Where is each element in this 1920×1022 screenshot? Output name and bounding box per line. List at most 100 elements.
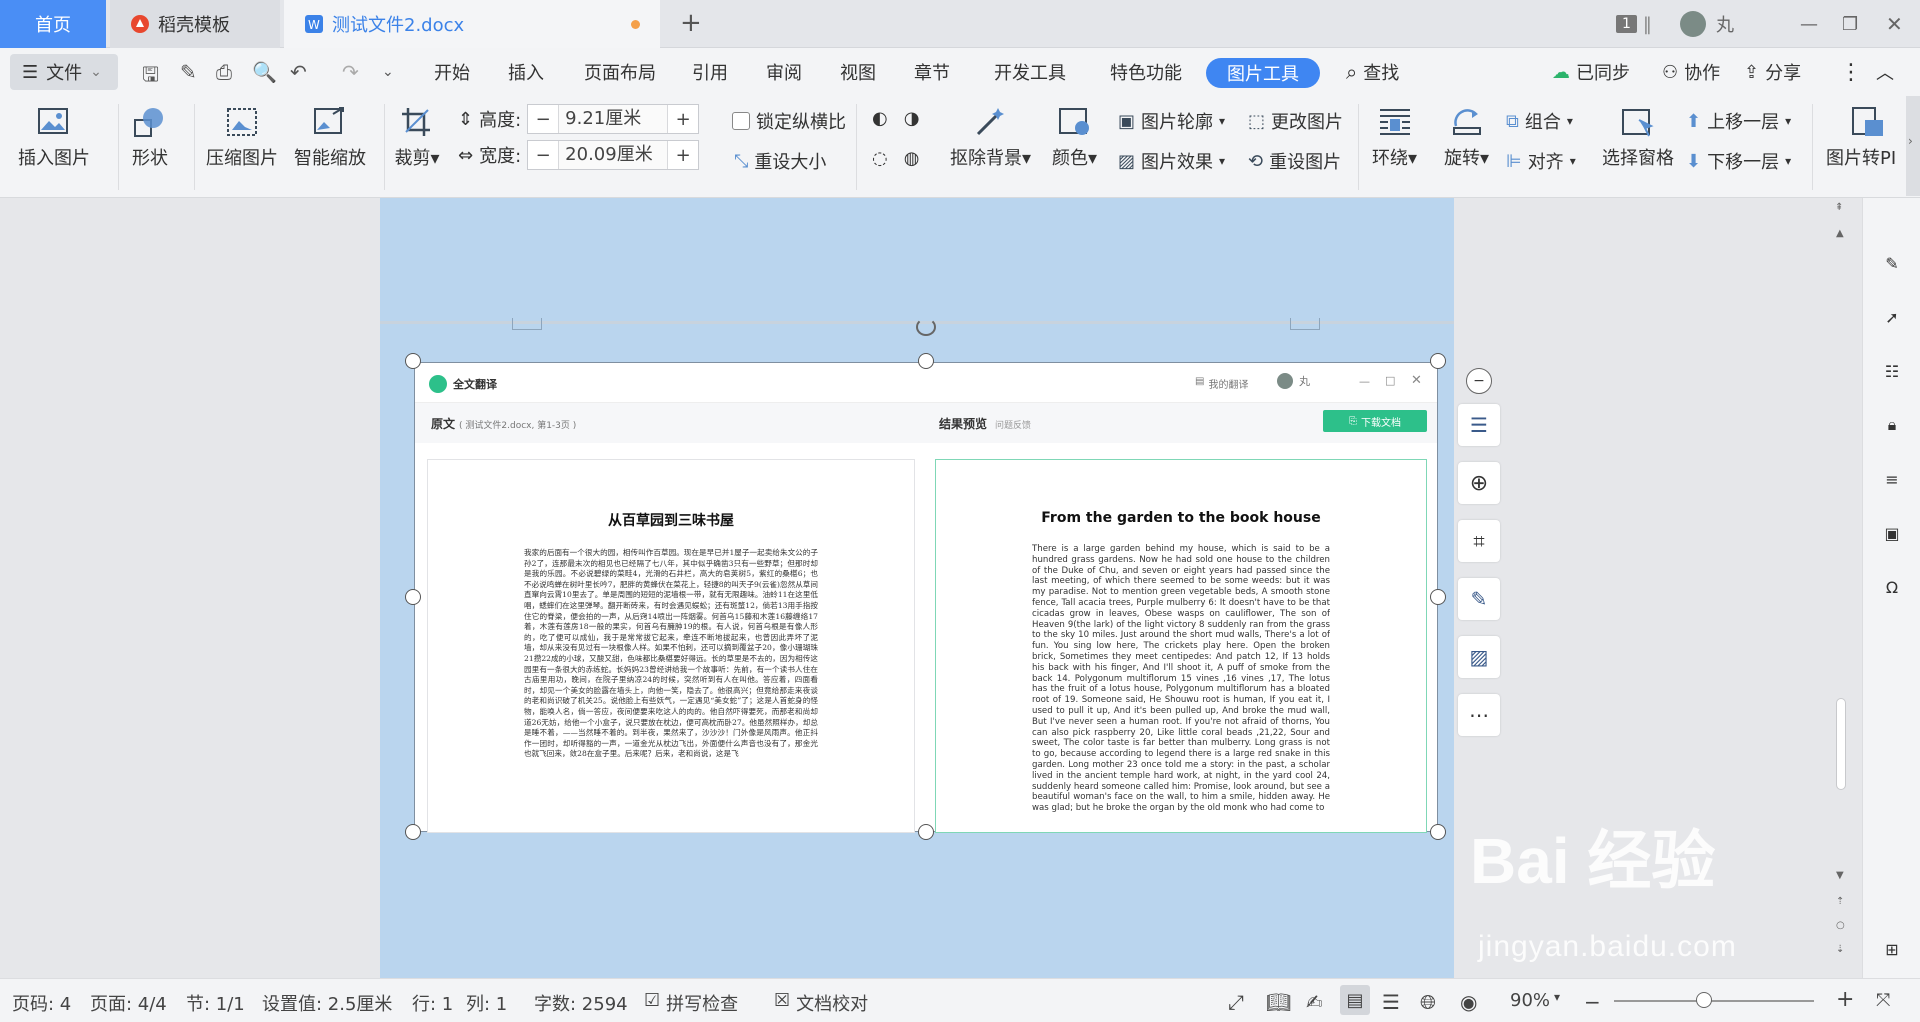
more-tools-button[interactable]: ⋯: [1458, 694, 1500, 736]
menu-start[interactable]: 开始: [434, 48, 470, 96]
selected-image[interactable]: 全文翻译 ▤ 我的翻译 丸 — □ ✕ 原文 ( 测试文件2.docx, 第1-3…: [414, 362, 1438, 833]
zoom-slider[interactable]: [1614, 1000, 1814, 1002]
brightness-up-icon[interactable]: ◐: [872, 108, 888, 129]
insert-image-button[interactable]: 插入图片: [18, 104, 90, 170]
outline-list-icon[interactable]: ≡: [1877, 464, 1907, 494]
minimize-icon[interactable]: —: [1800, 0, 1818, 48]
outline-button[interactable]: ▣ 图片轮廓 ▾: [1118, 108, 1225, 134]
write-mode-icon[interactable]: ✍: [1306, 990, 1323, 1014]
compress-image-button[interactable]: 压缩图片: [206, 104, 278, 170]
brightness-down-icon[interactable]: ◌: [872, 148, 888, 169]
contrast-down-icon[interactable]: ◍: [904, 148, 920, 169]
crop-button[interactable]: 裁剪▾: [384, 104, 450, 170]
resize-handle-top-right[interactable]: [1430, 353, 1446, 369]
proofread-button[interactable]: ☒ 文档校对: [774, 990, 868, 1016]
new-tab-plus-icon[interactable]: +: [680, 8, 702, 38]
sync-button[interactable]: ☁ 已同步: [1552, 48, 1630, 96]
user-menu[interactable]: 丸: [1680, 0, 1734, 48]
prev-page-icon[interactable]: ⇡: [1836, 896, 1844, 907]
rotate-button[interactable]: 旋转▾: [1444, 104, 1489, 170]
settings-sliders-icon[interactable]: ☷: [1877, 356, 1907, 386]
group-button[interactable]: ⧉ 组合 ▾: [1506, 108, 1573, 134]
collab-button[interactable]: ⚇ 协作: [1662, 48, 1720, 96]
close-icon[interactable]: ✕: [1886, 0, 1903, 48]
image-icon[interactable]: ▣: [1877, 518, 1907, 548]
send-backward-button[interactable]: ⬇ 下移一层 ▾: [1686, 148, 1791, 174]
scroll-top-icon[interactable]: ⇞: [1835, 202, 1843, 213]
eye-protect-icon[interactable]: ◉: [1460, 990, 1477, 1014]
shape-button[interactable]: 形状: [130, 104, 170, 170]
tab-home[interactable]: 首页: [0, 0, 106, 48]
status-row[interactable]: 行: 1: [412, 990, 453, 1016]
reset-size-button[interactable]: ⤡ 重设大小: [734, 148, 826, 174]
lock-ratio-checkbox[interactable]: 锁定纵横比: [732, 108, 846, 134]
status-col[interactable]: 列: 1: [466, 990, 507, 1016]
menu-picture-tools[interactable]: 图片工具: [1206, 58, 1320, 88]
undo-icon[interactable]: ↶: [290, 60, 307, 84]
menu-features[interactable]: 特色功能: [1110, 48, 1182, 96]
menu-layout[interactable]: 页面布局: [584, 48, 656, 96]
cursor-icon[interactable]: ➚: [1877, 302, 1907, 332]
tab-document[interactable]: W 测试文件2.docx: [284, 0, 660, 48]
grid-apps-icon[interactable]: ⊞: [1877, 934, 1907, 964]
resize-handle-top[interactable]: [918, 353, 934, 369]
zoom-slider-thumb[interactable]: [1696, 992, 1712, 1008]
color-button[interactable]: 颜色▾: [1052, 104, 1097, 170]
status-setting[interactable]: 设置值: 2.5厘米: [262, 990, 392, 1016]
reset-image-button[interactable]: ⟲ 重设图片: [1248, 148, 1341, 174]
width-plus-icon[interactable]: +: [668, 145, 698, 166]
menu-review[interactable]: 审阅: [766, 48, 802, 96]
web-view-icon[interactable]: 🌐︎: [1420, 990, 1436, 1014]
resize-handle-bottom-left[interactable]: [405, 824, 421, 840]
smart-zoom-button[interactable]: 智能缩放: [294, 104, 366, 170]
more-vertical-icon[interactable]: ⋮: [1840, 48, 1862, 96]
contrast-up-icon[interactable]: ◑: [904, 108, 920, 129]
share-button[interactable]: ⇪ 分享: [1744, 48, 1801, 96]
width-stepper[interactable]: − 20.09厘米 +: [527, 140, 700, 170]
status-section[interactable]: 节: 1/1: [186, 990, 245, 1016]
zoom-in-icon[interactable]: +: [1836, 987, 1854, 1012]
outline-view-icon[interactable]: ☰: [1382, 990, 1400, 1014]
ribbon-scroll[interactable]: ›: [1906, 96, 1920, 196]
page-badge[interactable]: 1 ‖: [1616, 0, 1652, 48]
scroll-up-icon[interactable]: ▲: [1836, 228, 1844, 239]
collapse-tools-icon[interactable]: −: [1466, 368, 1492, 394]
resize-handle-right[interactable]: [1430, 589, 1446, 605]
zoom-out-icon[interactable]: −: [1584, 990, 1601, 1014]
width-minus-icon[interactable]: −: [528, 145, 558, 166]
redo-icon[interactable]: ↷: [342, 60, 359, 84]
fit-window-icon[interactable]: ⤧: [1876, 990, 1890, 1011]
pen-icon[interactable]: ✎: [1877, 248, 1907, 278]
more-quick-icon[interactable]: ⌄: [382, 64, 394, 80]
resize-handle-bottom-right[interactable]: [1430, 824, 1446, 840]
scroll-down-icon[interactable]: ▼: [1836, 870, 1844, 881]
align-button[interactable]: ⊫ 对齐 ▾: [1506, 148, 1576, 174]
remove-background-button[interactable]: 抠除背景▾: [950, 104, 1031, 170]
layout-options-button[interactable]: ☰: [1458, 404, 1500, 446]
print-preview-icon[interactable]: 🔍: [252, 60, 277, 84]
tab-template[interactable]: 稻壳模板: [110, 0, 280, 48]
image-convert-button[interactable]: ▨: [1458, 636, 1500, 678]
resize-handle-bottom[interactable]: [918, 824, 934, 840]
change-image-button[interactable]: ⬚ 更改图片: [1248, 108, 1343, 134]
rotate-handle-icon[interactable]: [916, 318, 936, 336]
height-minus-icon[interactable]: −: [528, 109, 558, 130]
omega-icon[interactable]: Ω: [1877, 572, 1907, 602]
select-browse-icon[interactable]: ○: [1836, 920, 1845, 931]
height-plus-icon[interactable]: +: [668, 109, 698, 130]
menu-dev-tools[interactable]: 开发工具: [994, 48, 1066, 96]
save-icon[interactable]: 🖫: [142, 60, 159, 94]
wrap-button[interactable]: 环绕▾: [1372, 104, 1417, 170]
width-input[interactable]: 20.09厘米: [558, 141, 669, 169]
lock-icon[interactable]: 🔒︎: [1877, 410, 1907, 440]
resize-handle-left[interactable]: [405, 589, 421, 605]
zoom-in-button[interactable]: ⊕: [1458, 462, 1500, 504]
select-pane-button[interactable]: 选择窗格: [1602, 104, 1674, 170]
menu-view[interactable]: 视图: [840, 48, 876, 96]
spell-check-button[interactable]: ☑ 拼写检查: [644, 990, 738, 1016]
next-page-icon[interactable]: ⇣: [1836, 944, 1844, 955]
menu-chapter[interactable]: 章节: [914, 48, 950, 96]
vertical-scrollbar[interactable]: ⇞ ▲ ▼ ⇡ ○ ⇣: [1832, 198, 1850, 978]
page-view-icon[interactable]: ▤: [1340, 985, 1370, 1015]
print-icon[interactable]: ⎙: [216, 60, 232, 84]
